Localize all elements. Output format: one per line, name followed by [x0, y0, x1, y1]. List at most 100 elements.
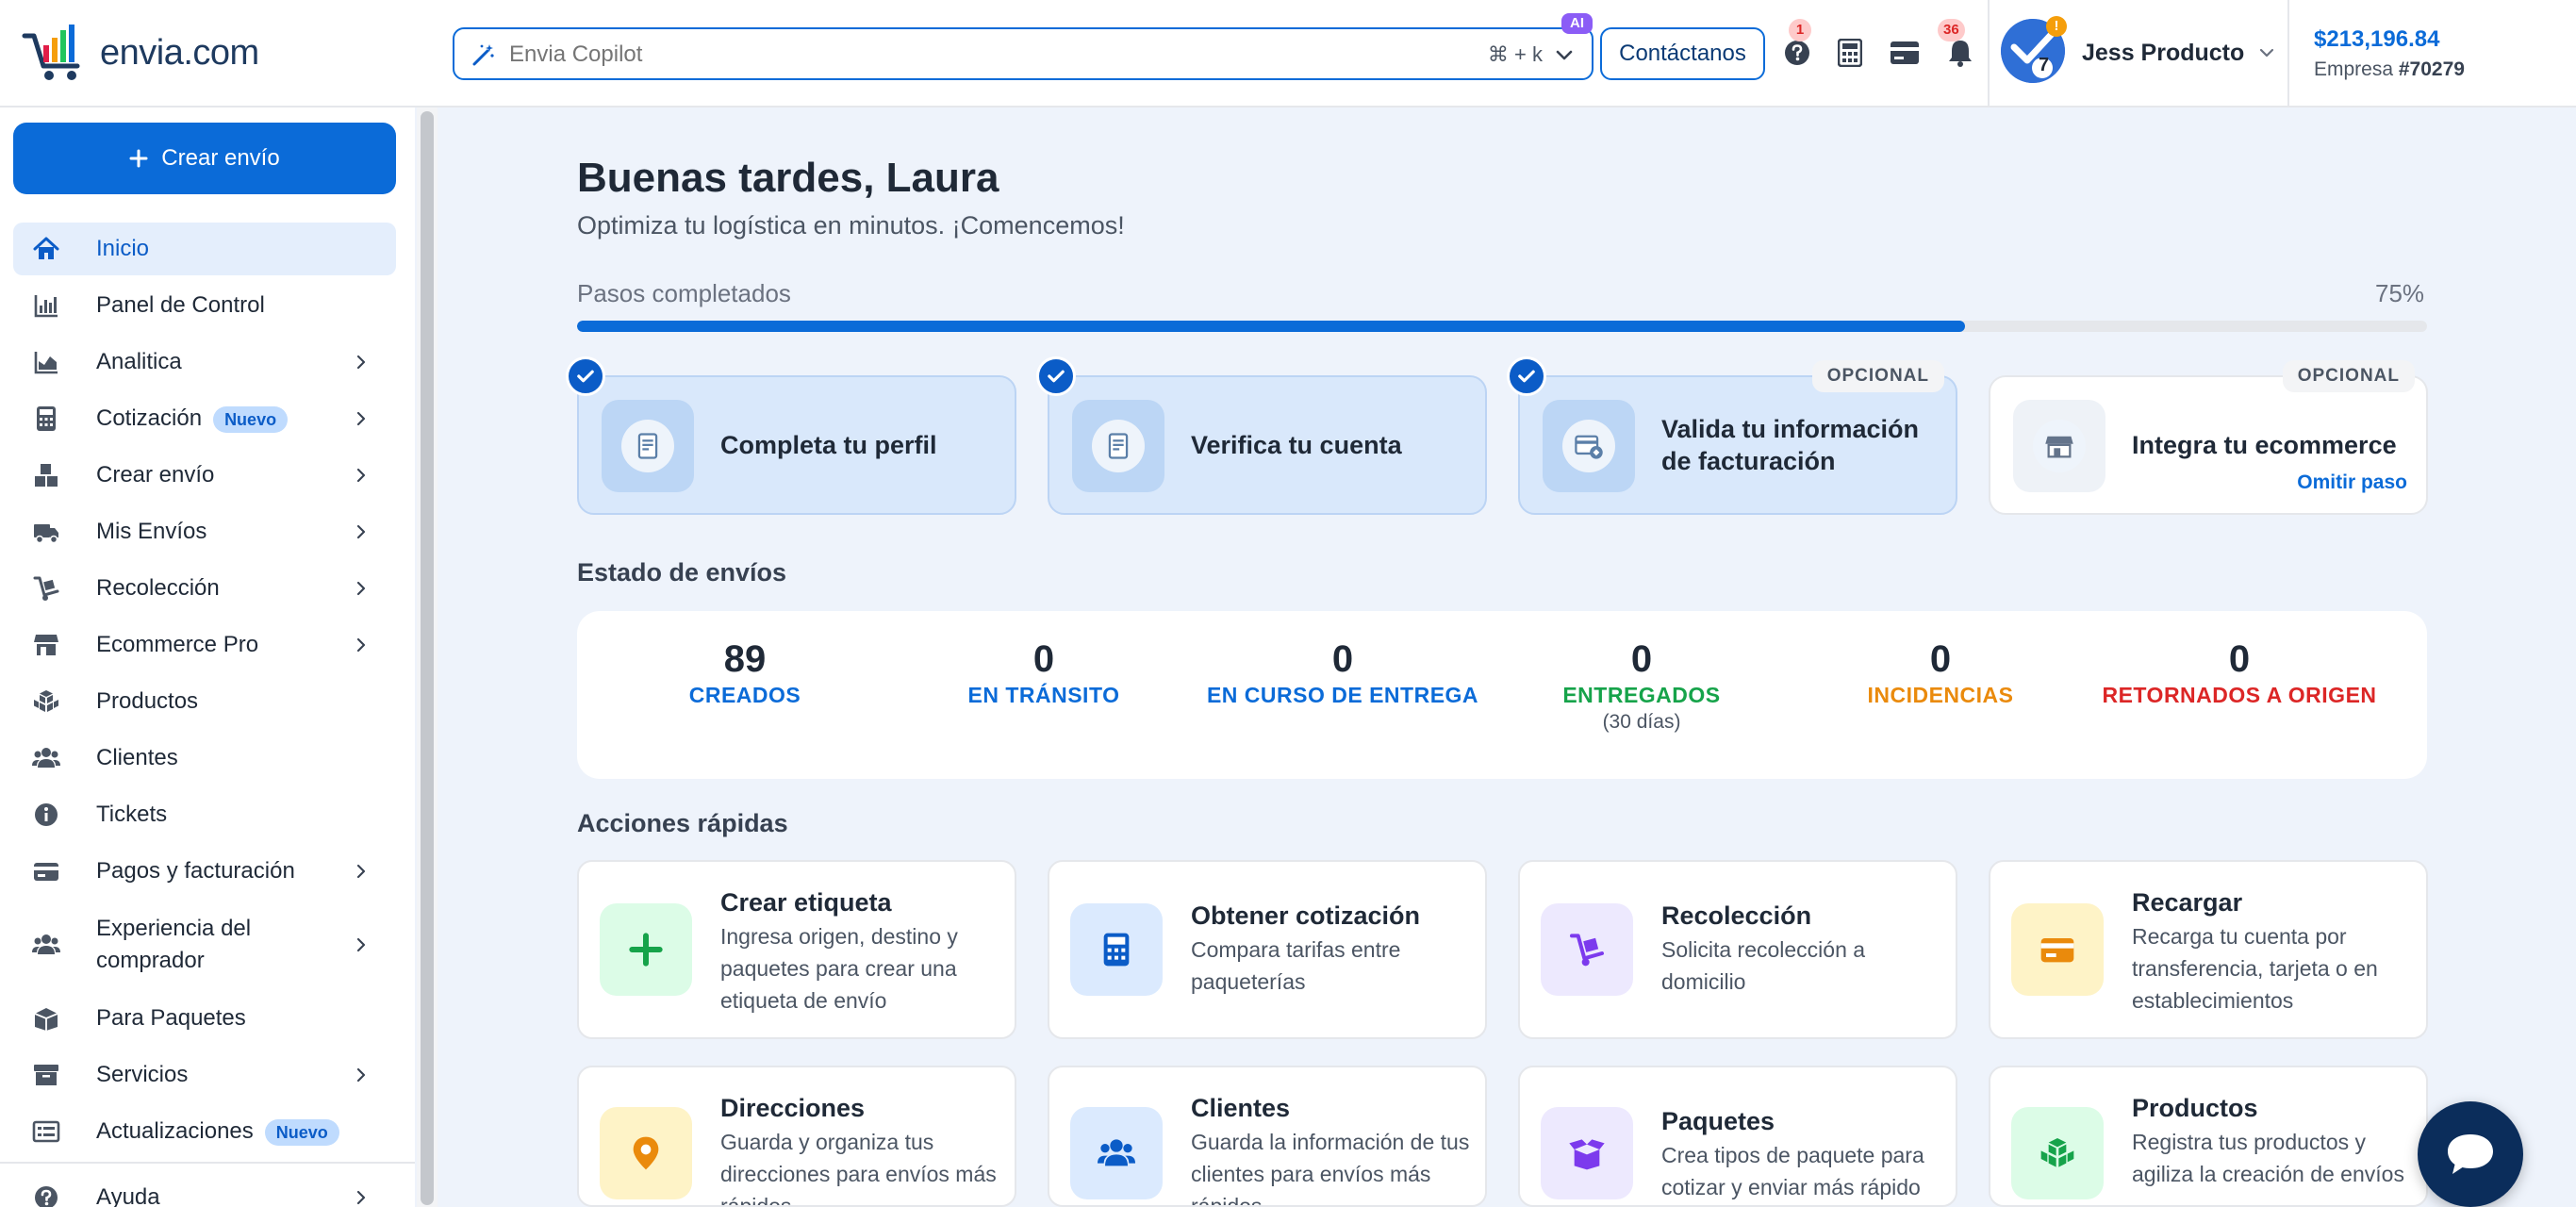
info-icon [35, 803, 58, 826]
quick-action-card[interactable]: Productos Registra tus productos y agiliz… [1989, 1066, 2428, 1207]
sidebar-item-label: Actualizaciones Nuevo [96, 1116, 339, 1148]
account-balance[interactable]: $213,196.84 [2314, 26, 2439, 53]
sidebar-item-1[interactable]: Panel de Control [13, 279, 396, 332]
stat-label: ENTREGADOS [1562, 683, 1721, 707]
status-stat-4[interactable]: 0 ENTREGADOS (30 días) [1493, 637, 1791, 736]
onboarding-step-4[interactable]: Integra tu ecommerce OPCIONAL Omitir paso [1989, 360, 2428, 515]
chevron-right-icon [356, 1067, 366, 1083]
status-stat-5[interactable]: 0 INCIDENCIAS [1792, 637, 2089, 709]
onboarding-step-2[interactable]: Verifica tu cuenta [1036, 356, 1487, 515]
sidebar-item-2[interactable]: Analitica [13, 336, 396, 389]
chevron-right-icon [353, 637, 370, 658]
chevron-down-icon[interactable] [1554, 44, 1575, 65]
onboarding-step-1[interactable]: Completa tu perfil [566, 356, 1016, 515]
step-title: Verifica tu cuenta [1191, 431, 1402, 459]
package-icon [32, 1004, 60, 1033]
quick-action-card[interactable]: Direcciones Guarda y organiza tus direcci… [577, 1066, 1016, 1207]
envia-logo[interactable]: envia.com [21, 21, 259, 85]
cart-logo-icon [22, 25, 80, 80]
sidebar-item-15[interactable]: Actualizaciones Nuevo [13, 1105, 396, 1158]
check-icon [1048, 370, 1065, 383]
sidebar-scrollbar-thumb[interactable] [421, 111, 434, 1205]
quick-action-description: Recarga tu cuenta por transferencia, tar… [2132, 924, 2378, 1013]
copilot-search[interactable]: ⌘ + k [453, 27, 1593, 80]
header-divider [1988, 0, 1990, 107]
sidebar-item-label: Pagos y facturación [96, 858, 295, 884]
chevron-right-icon [356, 524, 366, 539]
onboarding-step-3[interactable]: Valida tu información de facturación OPCIO… [1507, 356, 1957, 515]
info-icon [32, 801, 60, 829]
chevron-down-icon[interactable] [2257, 43, 2276, 62]
calculator-button[interactable] [1833, 36, 1867, 70]
sidebar-item-5[interactable]: Mis Envíos [13, 505, 396, 558]
quick-action-card[interactable]: Clientes Guarda la información de tus cli… [1048, 1066, 1487, 1207]
sidebar-item-8[interactable]: Productos [13, 675, 396, 728]
sidebar-item-6[interactable]: Recolección [13, 562, 396, 615]
archive-icon [32, 1061, 60, 1089]
chevron-right-icon [353, 1189, 370, 1207]
dolly-icon [1570, 934, 1604, 967]
quick-action-description: Guarda la información de tus clientes pa… [1191, 1130, 1470, 1207]
sidebar-item-label: Ecommerce Pro [96, 632, 259, 657]
sidebar-item-0[interactable]: Inicio [13, 223, 396, 275]
status-stat-3[interactable]: 0 EN CURSO DE ENTREGA [1194, 637, 1492, 709]
sidebar-item-4[interactable]: Crear envío [13, 449, 396, 502]
progress-percent: 75% [2375, 279, 2425, 307]
sidebar-item-7[interactable]: Ecommerce Pro [13, 619, 396, 671]
status-stat-6[interactable]: 0 RETORNADOS A ORIGEN [2090, 637, 2388, 709]
top-header: envia.com ⌘ + k AI Contáctanos 1 [0, 0, 2576, 107]
package-icon [34, 1008, 58, 1031]
sidebar-item-label: Panel de Control [96, 292, 265, 318]
chat-button[interactable] [2418, 1101, 2523, 1207]
sidebar-item-12[interactable]: Experiencia del comprador [13, 909, 396, 981]
calculator-icon [1838, 39, 1862, 67]
quick-action-card[interactable]: Paquetes Crea tipos de paquete para cotiz… [1518, 1066, 1957, 1207]
users-icon [1070, 1107, 1163, 1199]
stat-count: 0 [1032, 638, 1055, 680]
users-icon [32, 748, 60, 768]
ai-badge: AI [1561, 13, 1593, 34]
sidebar-item-3[interactable]: Cotización Nuevo [13, 392, 396, 445]
check-icon [1518, 370, 1535, 383]
company-number: #70279 [2398, 58, 2465, 80]
sidebar-item-16[interactable]: Ayuda [13, 1171, 396, 1207]
sidebar-item-10[interactable]: Tickets [13, 788, 396, 841]
users-icon [32, 931, 60, 959]
users-icon [1098, 1139, 1135, 1166]
credit-card-icon [2040, 938, 2074, 963]
check-icon [1507, 356, 1546, 396]
shipment-status-card: 89 CREADOS 0 EN TRÁNSITO 0 EN CURSO DE ENTREG… [577, 611, 2427, 779]
quick-action-description: Crea tipos de paquete para cotizar y env… [1661, 1143, 1924, 1199]
box-open-icon [1541, 1107, 1633, 1199]
chevron-right-icon [353, 523, 370, 545]
header-divider [2287, 0, 2289, 107]
quick-action-title: Paquetes [1661, 1107, 1775, 1135]
user-name[interactable]: Jess Producto [2082, 40, 2244, 67]
skip-step-link[interactable]: Omitir paso [2297, 471, 2407, 494]
payments-button[interactable] [1888, 36, 1922, 70]
billing-icon [1543, 400, 1635, 492]
sidebar-item-11[interactable]: Pagos y facturación [13, 845, 396, 898]
sidebar-item-9[interactable]: Clientes [13, 732, 396, 785]
status-stat-1[interactable]: 89 CREADOS [596, 637, 894, 709]
sidebar-item-label: Servicios [96, 1062, 189, 1087]
cubes-icon [32, 687, 60, 716]
users-icon [32, 934, 60, 954]
quick-action-card[interactable]: Recargar Recarga tu cuenta por transferen… [1989, 860, 2428, 1039]
contact-button[interactable]: Contáctanos [1600, 27, 1765, 80]
company-id: Empresa #70279 [2314, 58, 2465, 81]
copilot-search-input[interactable] [509, 39, 1358, 71]
create-shipment-button[interactable]: Crear envío [13, 123, 396, 194]
quick-action-card[interactable]: Crear etiqueta Ingresa origen, destino y … [577, 860, 1016, 1039]
sidebar-item-label: Recolección [96, 575, 220, 601]
help-icon [32, 1183, 60, 1207]
stat-count: 0 [1331, 638, 1354, 680]
chevron-right-icon [353, 580, 370, 602]
quick-action-card[interactable]: Recolección Solicita recolección a domici… [1518, 860, 1957, 1039]
sidebar-item-13[interactable]: Para Paquetes [13, 992, 396, 1045]
quick-action-card[interactable]: Obtener cotización Compara tarifas entre … [1048, 860, 1487, 1039]
logo-text: envia.com [100, 32, 259, 73]
status-stat-2[interactable]: 0 EN TRÁNSITO [895, 637, 1193, 709]
help-icon [35, 1186, 58, 1207]
sidebar-item-14[interactable]: Servicios [13, 1049, 396, 1101]
